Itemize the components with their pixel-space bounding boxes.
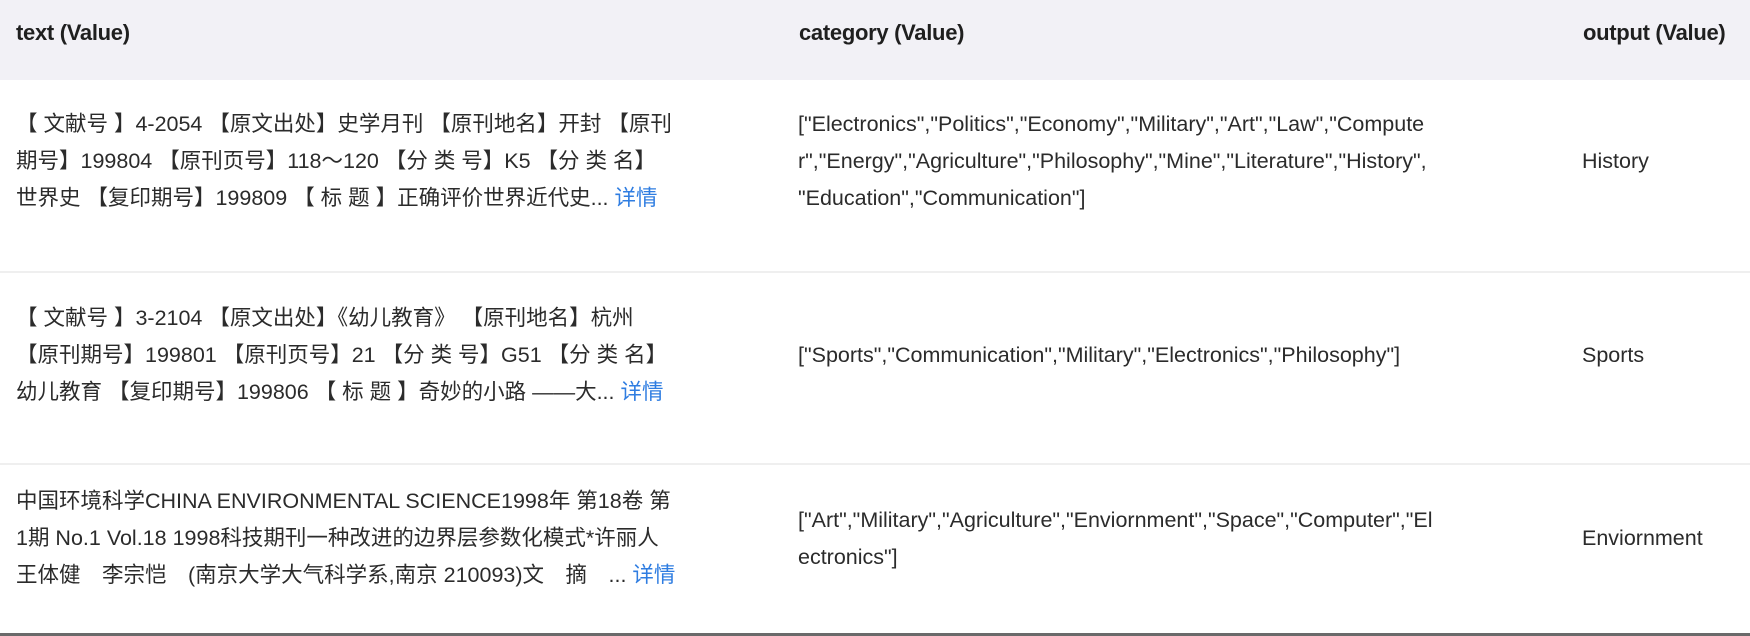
table-row: 中国环境科学CHINA ENVIRONMENTAL SCIENCE1998年 第…: [0, 465, 1750, 635]
text-cell: 【 文献号 】4-2054 【原文出处】史学月刊 【原刊地名】开封 【原刊 期号…: [16, 106, 756, 217]
detail-link[interactable]: 详情: [632, 563, 675, 587]
table-row: 【 文献号 】3-2104 【原文出处】《幼儿教育》 【原刊地名】杭州 【原刊期…: [0, 273, 1750, 465]
text-line: 1期 No.1 Vol.18 1998科技期刊一种改进的边界层参数化模式*许丽人: [16, 526, 659, 550]
text-line: 【 文献号 】4-2054 【原文出处】史学月刊 【原刊地名】开封 【原刊: [16, 112, 672, 136]
category-line: ["Sports","Communication","Military","El…: [798, 343, 1401, 367]
column-header-output[interactable]: output (Value): [1583, 20, 1726, 46]
table-header: text (Value) category (Value) output (Va…: [0, 0, 1750, 80]
text-line-content: 幼儿教育 【复印期号】199806 【 标 题 】奇妙的小路 ——大...: [16, 380, 621, 404]
detail-link[interactable]: 详情: [615, 186, 658, 210]
output-cell: Enviornment: [1582, 526, 1703, 550]
text-line: 期号】199804 【原刊页号】118～120 【分 类 号】K5 【分 类 名…: [16, 149, 657, 173]
category-line: ectronics"]: [798, 545, 898, 569]
category-line: r","Energy","Agriculture","Philosophy","…: [798, 149, 1427, 173]
category-line: ["Electronics","Politics","Economy","Mil…: [798, 112, 1425, 136]
output-cell: Sports: [1582, 343, 1645, 367]
column-header-text[interactable]: text (Value): [16, 20, 130, 46]
category-cell: ["Electronics","Politics","Economy","Mil…: [798, 106, 1538, 217]
data-table: text (Value) category (Value) output (Va…: [0, 0, 1750, 635]
text-cell: 中国环境科学CHINA ENVIRONMENTAL SCIENCE1998年 第…: [16, 483, 756, 594]
text-line: 【 文献号 】3-2104 【原文出处】《幼儿教育》 【原刊地名】杭州: [16, 306, 634, 330]
text-line-content: 王体健 李宗恺 (南京大学大气科学系,南京 210093)文 摘 ...: [16, 563, 633, 587]
text-line: 世界史 【复印期号】199809 【 标 题 】正确评价世界近代史... 详情: [16, 180, 756, 217]
category-cell: ["Art","Military","Agriculture","Enviorn…: [798, 502, 1538, 576]
text-line: 中国环境科学CHINA ENVIRONMENTAL SCIENCE1998年 第…: [16, 489, 671, 513]
text-line-content: 世界史 【复印期号】199809 【 标 题 】正确评价世界近代史...: [16, 186, 615, 210]
text-line: 王体健 李宗恺 (南京大学大气科学系,南京 210093)文 摘 ... 详情: [16, 557, 756, 594]
text-line: 【原刊期号】199801 【原刊页号】21 【分 类 号】G51 【分 类 名】: [16, 343, 668, 367]
category-line: ["Art","Military","Agriculture","Enviorn…: [798, 508, 1433, 532]
detail-link[interactable]: 详情: [620, 380, 663, 404]
table-row: 【 文献号 】4-2054 【原文出处】史学月刊 【原刊地名】开封 【原刊 期号…: [0, 80, 1750, 273]
category-cell: ["Sports","Communication","Military","El…: [798, 337, 1538, 374]
category-line: "Education","Communication"]: [798, 186, 1086, 210]
text-line: 幼儿教育 【复印期号】199806 【 标 题 】奇妙的小路 ——大... 详情: [16, 374, 756, 411]
text-cell: 【 文献号 】3-2104 【原文出处】《幼儿教育》 【原刊地名】杭州 【原刊期…: [16, 300, 756, 411]
output-cell: History: [1582, 149, 1649, 173]
column-header-category[interactable]: category (Value): [799, 20, 964, 46]
